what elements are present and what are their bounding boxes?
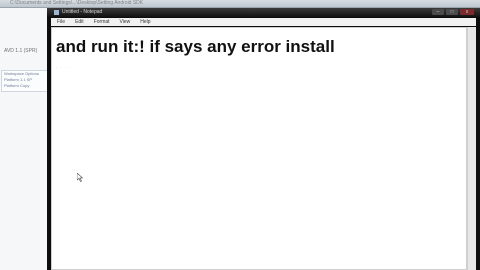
background-list-box[interactable]: Workspace Options Platform 1.1 SP Platfo…	[1, 70, 49, 92]
menu-file[interactable]: File	[57, 18, 65, 26]
background-window-pane: AVD 1.1 (SPR) Workspace Options Platform…	[0, 8, 49, 270]
vertical-scrollbar[interactable]	[467, 27, 476, 270]
maximize-button[interactable]: □	[446, 9, 458, 15]
window-title: Untitled - Notepad	[62, 9, 103, 15]
editor-faint-text: . . . .	[56, 64, 71, 69]
notepad-window: Untitled - Notepad – □ x File Edit Forma…	[47, 8, 480, 270]
editor-text-line: and run it:! if says any error install	[56, 37, 335, 56]
background-list-item[interactable]: Platform Copy	[2, 83, 48, 89]
notepad-icon	[54, 10, 59, 15]
close-button[interactable]: x	[460, 9, 474, 15]
window-controls: – □ x	[432, 9, 474, 16]
window-title-bar[interactable]: Untitled - Notepad – □ x	[47, 8, 480, 17]
menu-format[interactable]: Format	[94, 18, 110, 26]
menu-bar: File Edit Format View Help	[51, 18, 476, 26]
minimize-button[interactable]: –	[432, 9, 444, 15]
background-label: AVD 1.1 (SPR)	[4, 48, 38, 54]
menu-help[interactable]: Help	[140, 18, 150, 26]
menu-view[interactable]: View	[120, 18, 131, 26]
menu-edit[interactable]: Edit	[75, 18, 84, 26]
browser-title-bar: C:\Documents and Settings\...\Desktop\Se…	[0, 0, 480, 8]
text-editor-area[interactable]: and run it:! if says any error install .…	[51, 27, 467, 270]
browser-title-text: C:\Documents and Settings\...\Desktop\Se…	[10, 0, 144, 6]
